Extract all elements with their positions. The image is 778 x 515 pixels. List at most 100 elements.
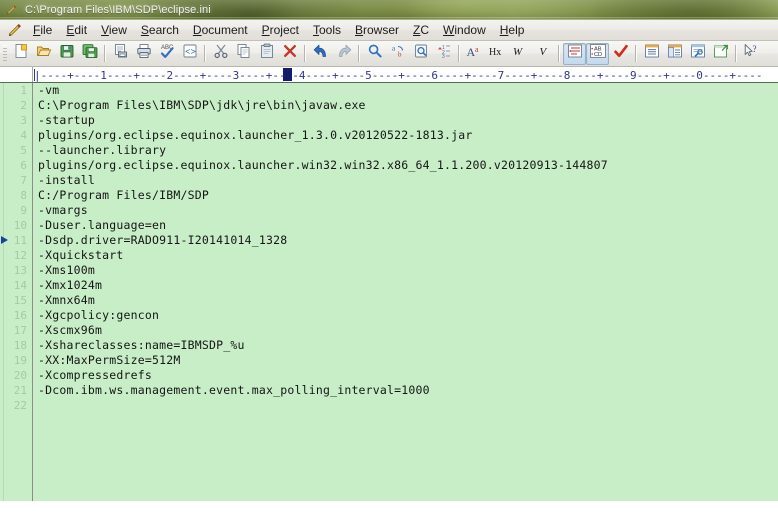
text-editor-area[interactable]: 1 -vm 2 C:\Program Files\IBM\SDP\jdk\jre\bi…	[0, 83, 778, 501]
find-in-files-button[interactable]	[409, 43, 432, 65]
code-line[interactable]: 6 plugins/org.eclipse.equinox.launcher.wi…	[0, 158, 778, 173]
line-text[interactable]: plugins/org.eclipse.equinox.launcher_1.3…	[38, 128, 473, 143]
title-bar-content: C:\Program Files\IBM\SDP\eclipse.ini	[5, 0, 211, 19]
menu-view[interactable]: View	[94, 22, 134, 39]
toolbar-separator	[635, 45, 637, 62]
code-line[interactable]: 12 -Xquickstart	[0, 248, 778, 263]
code-line[interactable]: 10 -Duser.language=en	[0, 218, 778, 233]
code-line[interactable]: 18 -Xshareclasses:name=IBMSDP_%u	[0, 338, 778, 353]
menu-document[interactable]: Document	[186, 22, 255, 39]
ruler-caret-indicator	[283, 68, 292, 81]
line-text[interactable]: -Dsdp.driver=RADO911-I20141014_1328	[38, 233, 287, 248]
toolbar-grip[interactable]	[3, 44, 7, 63]
save-all-button[interactable]	[78, 43, 101, 65]
spell-ok-button[interactable]	[609, 43, 632, 65]
line-text[interactable]: -Xgcpolicy:gencon	[38, 308, 159, 323]
copy-button[interactable]	[232, 43, 255, 65]
line-number: 22	[13, 399, 27, 412]
line-text[interactable]: -Xmx1024m	[38, 278, 102, 293]
menu-project[interactable]: Project	[255, 22, 306, 39]
paste-button[interactable]	[255, 43, 278, 65]
code-line[interactable]: 8 C:/Program Files/IBM/SDP	[0, 188, 778, 203]
menu-edit[interactable]: Edit	[59, 22, 94, 39]
html-tag-button[interactable]: <>	[178, 43, 201, 65]
code-line[interactable]: 13 -Xms100m	[0, 263, 778, 278]
menu-window[interactable]: Window	[436, 22, 493, 39]
word-wrap-button[interactable]: W	[509, 43, 532, 65]
context-help-button[interactable]: ?	[740, 43, 763, 65]
show-line-numbers-button[interactable]	[563, 42, 586, 65]
code-line[interactable]: 9 -vmargs	[0, 203, 778, 218]
line-text[interactable]: -Xscmx96m	[38, 323, 102, 338]
line-text[interactable]: -install	[38, 173, 95, 188]
output-window-button[interactable]	[686, 43, 709, 65]
line-text[interactable]: -Xshareclasses:name=IBMSDP_%u	[38, 338, 245, 353]
undo-arrow-icon	[312, 43, 330, 64]
browser-preview-button[interactable]	[709, 43, 732, 65]
undo-button[interactable]	[309, 43, 332, 65]
hex-icon: Hx	[488, 43, 508, 64]
open-file-button[interactable]	[32, 43, 55, 65]
directory-window-button[interactable]	[663, 43, 686, 65]
line-text[interactable]: -Dcom.ibm.ws.management.event.max_pollin…	[38, 383, 430, 398]
line-text[interactable]: -vm	[38, 83, 59, 98]
line-text[interactable]: -Xmnx64m	[38, 293, 95, 308]
code-line[interactable]: 17 -Xscmx96m	[0, 323, 778, 338]
code-line[interactable]: 5 --launcher.library	[0, 143, 778, 158]
code-line[interactable]: 11 -Dsdp.driver=RADO911-I20141014_1328	[0, 233, 778, 248]
title-bar[interactable]: C:\Program Files\IBM\SDP\eclipse.ini	[0, 0, 778, 20]
line-text[interactable]: -Xms100m	[38, 263, 95, 278]
replace-button[interactable]: a b	[386, 43, 409, 65]
toolbar-separator	[735, 45, 737, 62]
code-line[interactable]: 7 -install	[0, 173, 778, 188]
line-text[interactable]: C:\Program Files\IBM\SDP\jdk\jre\bin\jav…	[38, 98, 366, 113]
spell-check-button[interactable]: ABC	[155, 43, 178, 65]
print-preview-button[interactable]	[109, 43, 132, 65]
line-text[interactable]: -Xquickstart	[38, 248, 123, 263]
find-button[interactable]	[363, 43, 386, 65]
print-button[interactable]	[132, 43, 155, 65]
delete-button[interactable]	[278, 43, 301, 65]
code-content[interactable]: 1 -vm 2 C:\Program Files\IBM\SDP\jdk\jre\bi…	[0, 83, 778, 501]
code-line[interactable]: 1 -vm	[0, 83, 778, 98]
code-line[interactable]: 21 -Dcom.ibm.ws.management.event.max_poll…	[0, 383, 778, 398]
code-line[interactable]: 2 C:\Program Files\IBM\SDP\jdk\jre\bin\ja…	[0, 98, 778, 113]
line-text[interactable]: -vmargs	[38, 203, 88, 218]
code-line[interactable]: 15 -Xmnx64m	[0, 293, 778, 308]
scissors-icon	[213, 43, 229, 64]
line-text[interactable]: --launcher.library	[38, 143, 166, 158]
save-button[interactable]	[55, 43, 78, 65]
redo-button[interactable]	[332, 43, 355, 65]
code-line[interactable]: 4 plugins/org.eclipse.equinox.launcher_1.…	[0, 128, 778, 143]
line-text[interactable]: plugins/org.eclipse.equinox.launcher.win…	[38, 158, 608, 173]
goto-line-button[interactable]: 1 2 3	[432, 43, 455, 65]
italic-button[interactable]: V	[532, 43, 555, 65]
menu-search[interactable]: Search	[134, 22, 186, 39]
hex-view-button[interactable]: Hx	[486, 43, 509, 65]
change-case-button[interactable]: A a	[463, 43, 486, 65]
code-line[interactable]: 14 -Xmx1024m	[0, 278, 778, 293]
new-file-button[interactable]	[9, 43, 32, 65]
line-text[interactable]: -startup	[38, 113, 95, 128]
code-line[interactable]: 19 -XX:MaxPermSize=512M	[0, 353, 778, 368]
line-number: 15	[13, 294, 27, 307]
menu-zc[interactable]: ZC	[406, 22, 436, 39]
menu-help[interactable]: Help	[493, 22, 532, 39]
line-text[interactable]: C:/Program Files/IBM/SDP	[38, 188, 209, 203]
bottom-strip	[0, 509, 778, 515]
menu-browser[interactable]: Browser	[348, 22, 406, 39]
show-spaces-button[interactable]: AB CD	[586, 42, 609, 65]
menu-file[interactable]: File	[26, 22, 59, 39]
cut-button[interactable]	[209, 43, 232, 65]
code-line[interactable]: 16 -Xgcpolicy:gencon	[0, 308, 778, 323]
line-text[interactable]: -Xcompressedrefs	[38, 368, 152, 383]
code-line[interactable]: 3 -startup	[0, 113, 778, 128]
line-text[interactable]: -XX:MaxPermSize=512M	[38, 353, 180, 368]
document-selector-button[interactable]	[640, 43, 663, 65]
redo-arrow-icon	[335, 43, 353, 64]
code-line[interactable]: 22	[0, 398, 778, 413]
code-line[interactable]: 20 -Xcompressedrefs	[0, 368, 778, 383]
svg-text:a: a	[475, 45, 479, 54]
menu-tools[interactable]: Tools	[306, 22, 348, 39]
line-text[interactable]: -Duser.language=en	[38, 218, 166, 233]
